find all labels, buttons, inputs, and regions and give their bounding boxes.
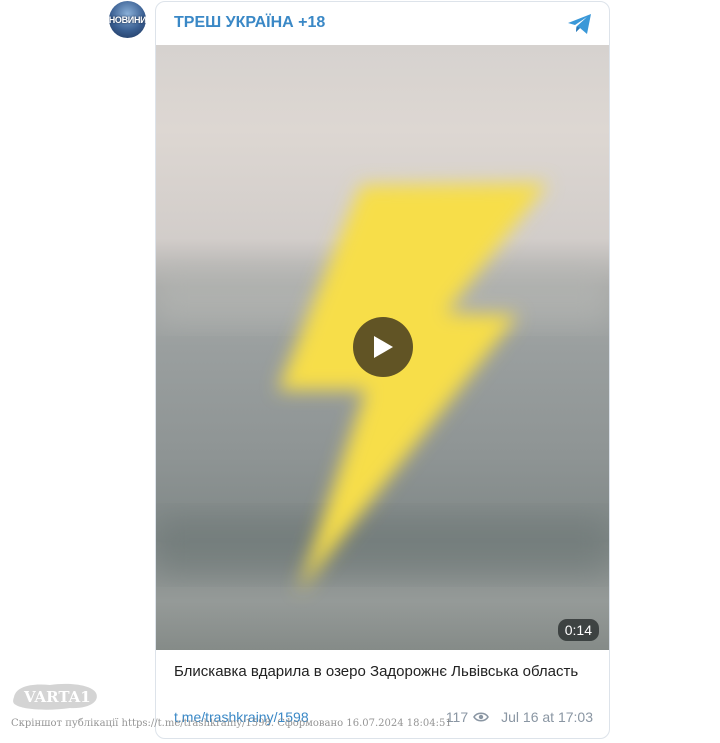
post-card: ТРЕШ УКРАЇНА +18 0:14 Блискавка вдарила … — [155, 1, 610, 739]
video-duration: 0:14 — [557, 619, 599, 641]
post-meta: 117 Jul 16 at 17:03 — [446, 709, 593, 725]
telegram-icon[interactable] — [567, 12, 593, 36]
channel-title[interactable]: ТРЕШ УКРАЇНА +18 — [174, 14, 325, 32]
channel-avatar[interactable]: НОВИНИ — [109, 1, 146, 38]
play-icon — [374, 336, 393, 358]
post-date[interactable]: Jul 16 at 17:03 — [501, 709, 593, 725]
eye-icon — [473, 712, 490, 722]
page: НОВИНИ ТРЕШ УКРАЇНА +18 0:14 Блискавка в… — [0, 0, 720, 743]
watermark-note: Скріншот публікації https://t.me/trashkr… — [11, 718, 452, 729]
varta-logo: VARTA1 — [13, 683, 97, 710]
video-player[interactable]: 0:14 — [156, 45, 609, 650]
svg-text:VARTA1: VARTA1 — [23, 688, 91, 706]
avatar-label: НОВИНИ — [109, 14, 146, 25]
post-caption: Блискавка вдарила в озеро Задорожнє Льві… — [174, 663, 579, 680]
play-button[interactable] — [353, 317, 413, 377]
